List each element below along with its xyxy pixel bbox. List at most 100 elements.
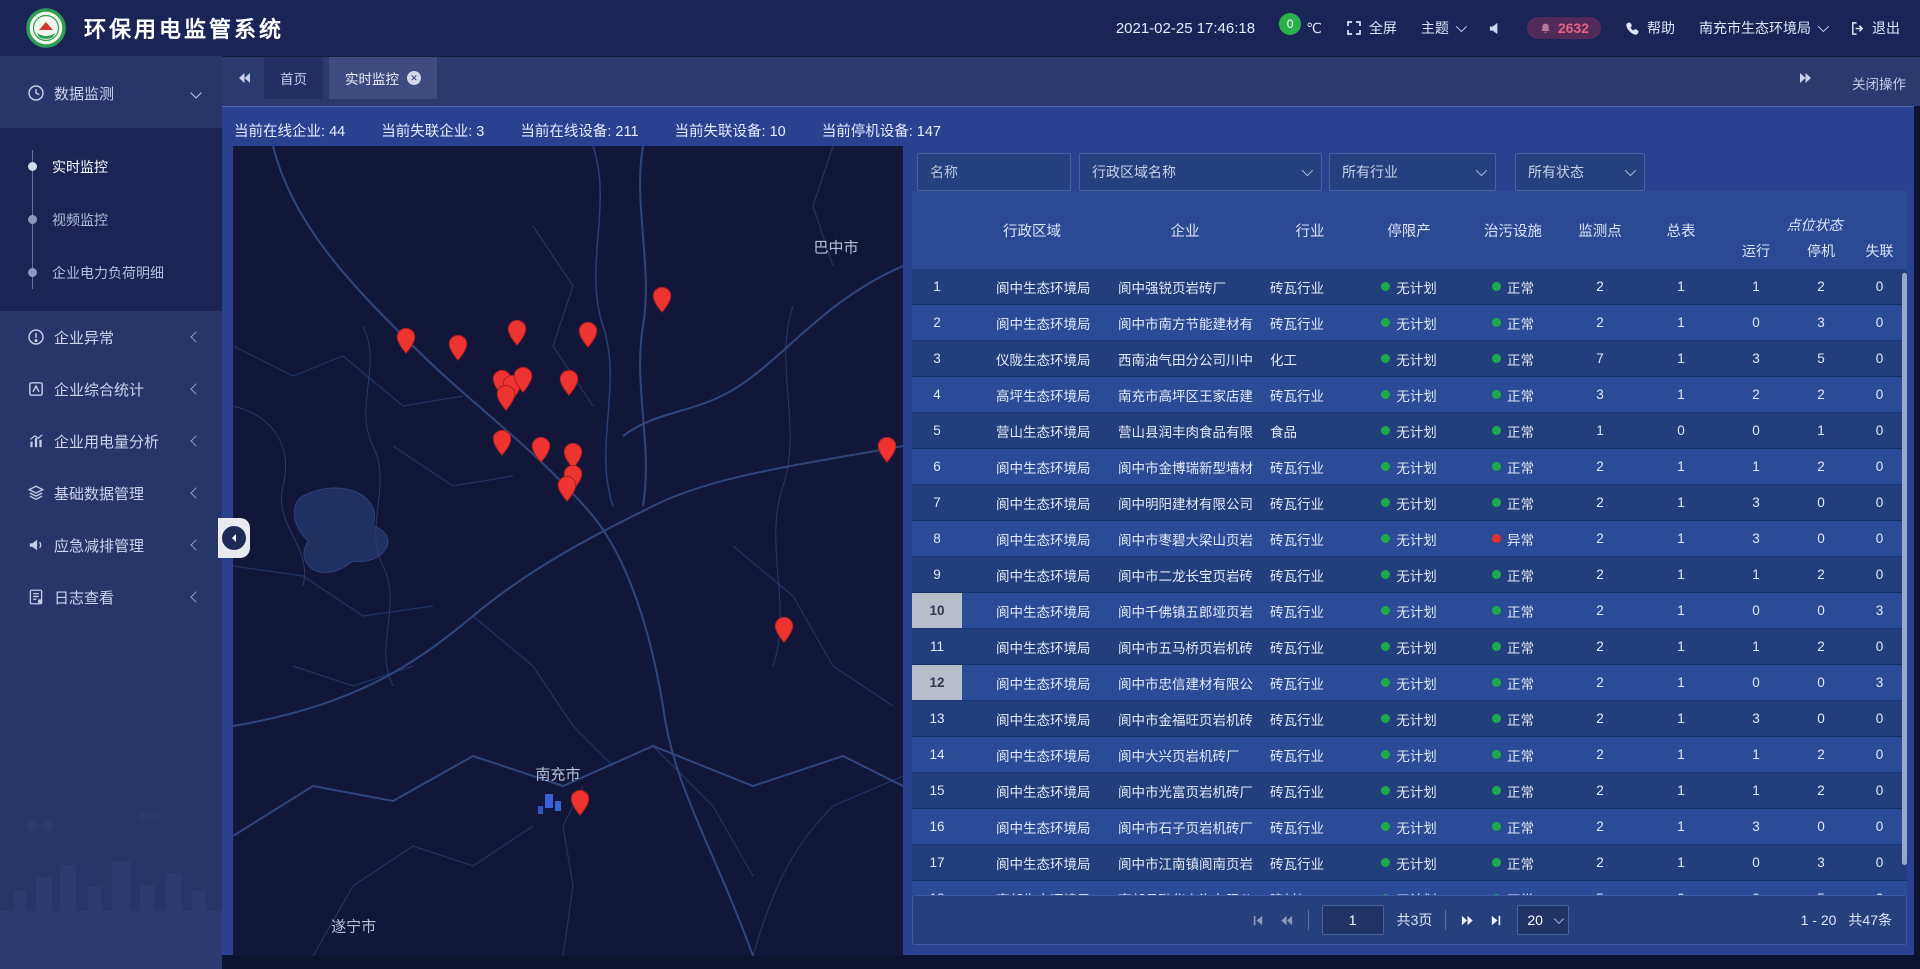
map-marker[interactable]	[557, 475, 578, 507]
sidebar-item-enterprise-abnormal[interactable]: 企业异常	[0, 311, 222, 363]
map-marker[interactable]	[558, 370, 579, 402]
map-marker[interactable]	[491, 430, 512, 462]
industry-cell: 砖瓦行业	[1268, 449, 1352, 484]
map-marker[interactable]	[876, 436, 897, 468]
fullscreen-button[interactable]: 全屏	[1346, 18, 1397, 38]
status-dot	[1492, 678, 1501, 687]
map-panel[interactable]: 巴中市南充市遂宁市	[233, 146, 903, 956]
table-row[interactable]: 13阆中生态环境局阆中市金福旺页岩机砖砖瓦行业无计划正常21300	[912, 701, 1907, 737]
lost-count-cell: 0	[1852, 737, 1907, 772]
help-button[interactable]: 帮助	[1625, 18, 1675, 38]
lost-count-cell: 0	[1852, 521, 1907, 556]
tab-close-icon[interactable]: ✕	[407, 71, 421, 85]
status-dot	[1381, 678, 1390, 687]
stat-item: 当前失联设备: 10	[675, 120, 786, 141]
table-scrollbar[interactable]	[1902, 273, 1907, 865]
table-row[interactable]: 11阆中生态环境局阆中市五马桥页岩机砖砖瓦行业无计划正常21120	[912, 629, 1907, 665]
table-row[interactable]: 18南部生态环境局南部县砒华上沟有限公建材加工无计划正常50050	[912, 881, 1907, 895]
limit-status-cell: 无计划	[1352, 629, 1466, 664]
status-dot	[1381, 750, 1390, 759]
submenu-item-video-monitoring[interactable]: 视频监控	[0, 193, 222, 246]
region-filter-select[interactable]: 行政区域名称	[1079, 153, 1322, 191]
stat-item: 当前停机设备: 147	[822, 120, 941, 141]
org-menu-button[interactable]: 南充市生态环境局	[1699, 18, 1826, 38]
table-row[interactable]: 16阆中生态环境局阆中市石子页岩机砖厂砖瓦行业无计划正常21300	[912, 809, 1907, 845]
row-number-cell: 8	[912, 521, 962, 556]
map-marker[interactable]	[507, 319, 528, 351]
header-subcell-0: 运行	[1722, 237, 1790, 269]
chevron-left-icon	[190, 383, 201, 394]
speaker-mute-button[interactable]	[1488, 21, 1503, 36]
meter-count-cell: 1	[1640, 557, 1722, 592]
meter-count-cell: 1	[1640, 701, 1722, 736]
map-marker[interactable]	[395, 327, 416, 359]
page-size-select[interactable]: 20	[1517, 905, 1569, 935]
map-marker[interactable]	[513, 366, 534, 398]
temperature-unit: ℃	[1306, 20, 1322, 37]
row-number-cell: 4	[912, 377, 962, 412]
sidebar-item-basic-data-management[interactable]: 基础数据管理	[0, 467, 222, 519]
table-row[interactable]: 6阆中生态环境局阆中市金博瑞新型墙材砖瓦行业无计划正常21120	[912, 449, 1907, 485]
table-row[interactable]: 4高坪生态环境局南充市高坪区王家店建砖瓦行业无计划正常31220	[912, 377, 1907, 413]
table-row[interactable]: 1阆中生态环境局阆中强锐页岩砖厂砖瓦行业无计划正常21120	[912, 269, 1907, 305]
sidebar-item-label: 企业异常	[54, 327, 114, 348]
map-marker[interactable]	[578, 321, 599, 353]
status-label: 正常	[1507, 493, 1534, 513]
tab-home[interactable]: 首页	[264, 57, 323, 99]
limit-status-cell: 无计划	[1352, 521, 1466, 556]
run-count-cell: 0	[1722, 881, 1790, 895]
tab-realtime[interactable]: 实时监控✕	[329, 57, 437, 99]
industry-cell: 砖瓦行业	[1268, 773, 1352, 808]
tabs-scroll-right-button[interactable]	[1798, 70, 1814, 91]
table-row[interactable]: 10阆中生态环境局阆中千佛镇五郎垭页岩砖瓦行业无计划正常21003	[912, 593, 1907, 629]
close-operations-button[interactable]: 关闭操作	[1852, 73, 1906, 93]
name-filter-input[interactable]	[917, 153, 1071, 191]
sidebar-item-emergency-reduction[interactable]: 应急减排管理	[0, 519, 222, 571]
theme-menu-button[interactable]: 主题	[1421, 18, 1464, 38]
table-row[interactable]: 14阆中生态环境局阆中大兴页岩机砖厂砖瓦行业无计划正常21120	[912, 737, 1907, 773]
table-row[interactable]: 9阆中生态环境局阆中市二龙长宝页岩砖砖瓦行业无计划正常21120	[912, 557, 1907, 593]
prev-page-button[interactable]	[1278, 913, 1295, 928]
sidebar-item-data-monitoring[interactable]: 数据监测	[0, 70, 222, 116]
industry-filter-select[interactable]: 所有行业	[1329, 153, 1496, 191]
table-row[interactable]: 2阆中生态环境局阆中市南方节能建材有砖瓦行业无计划正常21030	[912, 305, 1907, 341]
sidebar-item-enterprise-statistics[interactable]: 企业综合统计	[0, 363, 222, 415]
table-row[interactable]: 8阆中生态环境局阆中市枣碧大梁山页岩砖瓦行业无计划异常21300	[912, 521, 1907, 557]
status-label: 无计划	[1396, 385, 1437, 405]
meter-count-cell: 1	[1640, 737, 1722, 772]
table-row[interactable]: 12阆中生态环境局阆中市忠信建材有限公砖瓦行业无计划正常21003	[912, 665, 1907, 701]
table-row[interactable]: 17阆中生态环境局阆中市江南镇阆南页岩砖瓦行业无计划正常21030	[912, 845, 1907, 881]
next-page-button[interactable]	[1459, 913, 1476, 928]
map-collapse-button[interactable]	[218, 518, 250, 558]
map-city-label: 南充市	[535, 763, 580, 784]
last-page-button[interactable]	[1489, 913, 1504, 928]
map-marker[interactable]	[570, 789, 591, 821]
table-row[interactable]: 3仪陇生态环境局西南油气田分公司川中化工无计划正常71350	[912, 341, 1907, 377]
sidebar-item-power-usage-analysis[interactable]: 企业用电量分析	[0, 415, 222, 467]
status-label: 无计划	[1396, 565, 1437, 585]
stop-count-cell: 2	[1790, 269, 1852, 304]
table-row[interactable]: 5营山生态环境局营山县润丰肉食品有限食品无计划正常10010	[912, 413, 1907, 449]
status-filter-select[interactable]: 所有状态	[1515, 153, 1645, 191]
notification-badge[interactable]: 2632	[1527, 17, 1601, 39]
sidebar-submenu: 实时监控视频监控企业电力负荷明细	[0, 128, 222, 311]
row-number-cell: 16	[912, 809, 962, 844]
status-dot	[1381, 354, 1390, 363]
map-marker[interactable]	[773, 617, 794, 649]
submenu-item-power-load-detail[interactable]: 企业电力负荷明细	[0, 246, 222, 299]
map-roads	[233, 146, 903, 956]
table-row[interactable]: 7阆中生态环境局阆中明阳建材有限公司砖瓦行业无计划正常21300	[912, 485, 1907, 521]
map-marker[interactable]	[651, 286, 672, 318]
first-page-button[interactable]	[1250, 913, 1265, 928]
tabs-scroll-left-button[interactable]	[236, 70, 252, 91]
region-cell: 阆中生态环境局	[962, 269, 1102, 304]
map-marker[interactable]	[531, 436, 552, 468]
sidebar-item-log-view[interactable]: 日志查看	[0, 571, 222, 623]
lost-count-cell: 0	[1852, 449, 1907, 484]
run-count-cell: 1	[1722, 449, 1790, 484]
logout-button[interactable]: 退出	[1850, 18, 1900, 38]
submenu-item-realtime-monitoring[interactable]: 实时监控	[0, 140, 222, 193]
table-row[interactable]: 15阆中生态环境局阆中市光富页岩机砖厂砖瓦行业无计划正常21120	[912, 773, 1907, 809]
map-marker[interactable]	[448, 334, 469, 366]
page-number-input[interactable]	[1322, 905, 1384, 935]
